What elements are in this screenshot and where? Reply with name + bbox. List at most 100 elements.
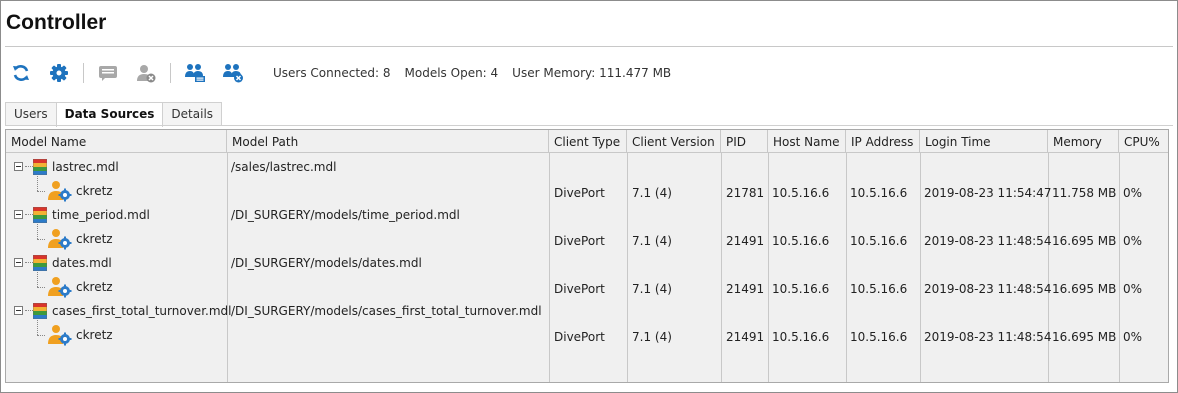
model-name-cell: dates.mdl bbox=[52, 256, 112, 270]
client-type-cell: DivePort bbox=[554, 282, 605, 296]
column-header-login-time[interactable]: Login Time bbox=[920, 130, 1048, 153]
tab-bar: Users Data Sources Details bbox=[5, 102, 223, 127]
refresh-button[interactable] bbox=[9, 61, 33, 85]
disconnect-user-icon bbox=[137, 65, 156, 83]
ip-address-cell: 10.5.16.6 bbox=[850, 282, 908, 296]
model-path-cell: /DI_SURGERY/models/cases_first_total_tur… bbox=[231, 304, 542, 318]
user-row[interactable]: ckretz DivePort 7.1 (4) 21781 10.5.16.6 10.5.… bbox=[6, 176, 1168, 203]
column-header-cpu[interactable]: CPU% bbox=[1119, 130, 1168, 153]
tree-connector bbox=[37, 176, 38, 191]
column-header-client-version[interactable]: Client Version bbox=[627, 130, 721, 153]
collapse-toggle[interactable] bbox=[14, 306, 23, 315]
column-header-memory[interactable]: Memory bbox=[1048, 130, 1119, 153]
client-version-cell: 7.1 (4) bbox=[632, 186, 672, 200]
login-time-cell: 2019-08-23 11:48:54 bbox=[924, 234, 1052, 248]
login-time-cell: 2019-08-23 11:48:54 bbox=[924, 282, 1052, 296]
send-message-button[interactable] bbox=[96, 61, 120, 85]
model-path-cell: /sales/lastrec.mdl bbox=[231, 160, 337, 174]
table-header: Model Name Model Path Client Type Client… bbox=[6, 130, 1168, 153]
refresh-icon bbox=[13, 65, 29, 81]
data-sources-table: Model Name Model Path Client Type Client… bbox=[5, 129, 1169, 383]
user-icon bbox=[48, 324, 72, 346]
pid-cell: 21491 bbox=[726, 282, 765, 296]
tree-connector bbox=[25, 310, 33, 311]
database-icon bbox=[32, 158, 48, 176]
model-row[interactable]: cases_first_total_turnover.mdl/DI_SURGER… bbox=[6, 299, 1168, 323]
user-name-cell: ckretz bbox=[76, 232, 113, 246]
user-row[interactable]: ckretz DivePort 7.1 (4) 21491 10.5.16.6 10.5.… bbox=[6, 272, 1168, 299]
client-type-cell: DivePort bbox=[554, 330, 605, 344]
users-group-icon bbox=[185, 64, 205, 82]
login-time-cell: 2019-08-23 11:54:47 bbox=[924, 186, 1052, 200]
client-version-cell: 7.1 (4) bbox=[632, 282, 672, 296]
model-row[interactable]: lastrec.mdl/sales/lastrec.mdl bbox=[6, 155, 1168, 179]
login-time-cell: 2019-08-23 11:48:54 bbox=[924, 330, 1052, 344]
column-header-model-name[interactable]: Model Name bbox=[6, 130, 227, 153]
host-name-cell: 10.5.16.6 bbox=[772, 330, 830, 344]
database-icon bbox=[32, 254, 48, 272]
column-header-ip-address[interactable]: IP Address bbox=[846, 130, 920, 153]
tree-connector bbox=[37, 320, 38, 335]
gear-icon bbox=[50, 64, 68, 82]
model-name-cell: lastrec.mdl bbox=[52, 160, 119, 174]
status-summary: Users Connected: 8 Models Open: 4 User M… bbox=[273, 66, 685, 80]
users-group-remove-button[interactable] bbox=[221, 61, 245, 85]
user-name-cell: ckretz bbox=[76, 184, 113, 198]
memory-cell: 11.758 MB bbox=[1052, 186, 1117, 200]
window-title: Controller bbox=[6, 11, 107, 34]
host-name-cell: 10.5.16.6 bbox=[772, 186, 830, 200]
cpu-cell: 0% bbox=[1123, 282, 1143, 296]
memory-cell: 16.695 MB bbox=[1052, 282, 1117, 296]
tab-users[interactable]: Users bbox=[5, 102, 57, 126]
column-header-host-name[interactable]: Host Name bbox=[768, 130, 846, 153]
user-icon bbox=[48, 180, 72, 202]
tree-connector bbox=[37, 335, 45, 336]
tab-data-sources[interactable]: Data Sources bbox=[55, 102, 164, 127]
model-path-cell: /DI_SURGERY/models/dates.mdl bbox=[231, 256, 422, 270]
model-name-cell: time_period.mdl bbox=[52, 208, 150, 222]
message-icon bbox=[99, 66, 117, 81]
user-row[interactable]: ckretz DivePort 7.1 (4) 21491 10.5.16.6 10.5.… bbox=[6, 320, 1168, 347]
toolbar-separator bbox=[83, 63, 84, 83]
user-memory-total: User Memory: 111.477 MB bbox=[512, 66, 672, 80]
tree-connector bbox=[37, 191, 45, 192]
client-type-cell: DivePort bbox=[554, 186, 605, 200]
cpu-cell: 0% bbox=[1123, 330, 1143, 344]
cpu-cell: 0% bbox=[1123, 186, 1143, 200]
user-name-cell: ckretz bbox=[76, 328, 113, 342]
memory-cell: 16.695 MB bbox=[1052, 330, 1117, 344]
disconnect-user-button[interactable] bbox=[134, 61, 158, 85]
models-open-count: Models Open: 4 bbox=[404, 66, 499, 80]
users-group-button[interactable] bbox=[183, 61, 207, 85]
memory-cell: 16.695 MB bbox=[1052, 234, 1117, 248]
column-header-client-type[interactable]: Client Type bbox=[549, 130, 627, 153]
pid-cell: 21491 bbox=[726, 330, 765, 344]
ip-address-cell: 10.5.16.6 bbox=[850, 186, 908, 200]
user-row[interactable]: ckretz DivePort 7.1 (4) 21491 10.5.16.6 10.5.… bbox=[6, 224, 1168, 251]
user-icon bbox=[48, 228, 72, 250]
tree-connector bbox=[37, 224, 38, 239]
tab-details[interactable]: Details bbox=[162, 102, 223, 126]
tree-connector bbox=[37, 239, 45, 240]
collapse-toggle[interactable] bbox=[14, 210, 23, 219]
controller-window: Controller Users Connected: 8 Models Ope… bbox=[0, 0, 1178, 393]
tree-connector bbox=[25, 262, 33, 263]
model-path-cell: /DI_SURGERY/models/time_period.mdl bbox=[231, 208, 460, 222]
user-icon bbox=[48, 276, 72, 298]
model-row[interactable]: dates.mdl/DI_SURGERY/models/dates.mdl bbox=[6, 251, 1168, 275]
tree-connector bbox=[25, 214, 33, 215]
cpu-cell: 0% bbox=[1123, 234, 1143, 248]
toolbar: Users Connected: 8 Models Open: 4 User M… bbox=[9, 59, 1169, 87]
client-version-cell: 7.1 (4) bbox=[632, 234, 672, 248]
collapse-toggle[interactable] bbox=[14, 258, 23, 267]
users-group-remove-icon bbox=[223, 64, 243, 83]
settings-button[interactable] bbox=[47, 61, 71, 85]
host-name-cell: 10.5.16.6 bbox=[772, 282, 830, 296]
user-name-cell: ckretz bbox=[76, 280, 113, 294]
collapse-toggle[interactable] bbox=[14, 162, 23, 171]
model-row[interactable]: time_period.mdl/DI_SURGERY/models/time_p… bbox=[6, 203, 1168, 227]
column-header-model-path[interactable]: Model Path bbox=[227, 130, 549, 153]
column-header-pid[interactable]: PID bbox=[721, 130, 768, 153]
database-icon bbox=[32, 302, 48, 320]
pid-cell: 21781 bbox=[726, 186, 765, 200]
